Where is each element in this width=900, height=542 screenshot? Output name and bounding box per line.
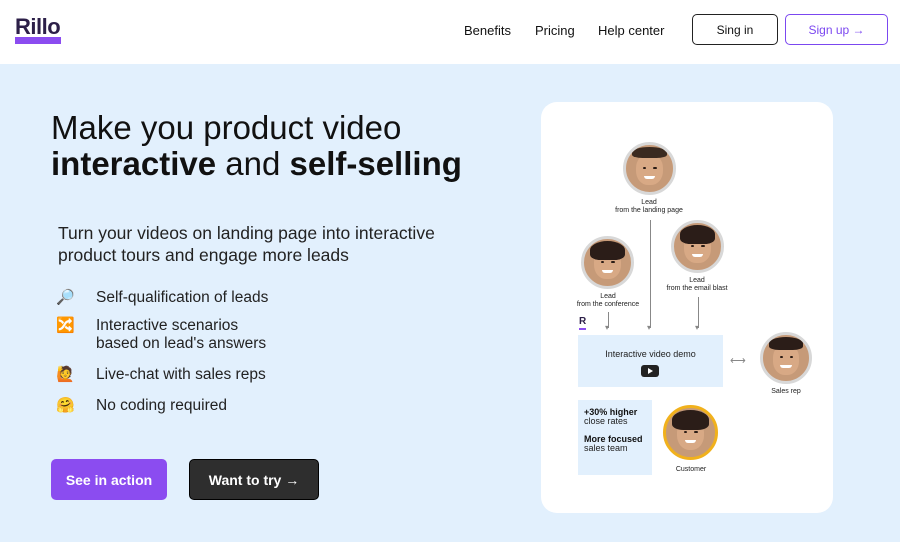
hero-title: Make you product video interactive and s… bbox=[51, 110, 462, 182]
avatar-eye bbox=[694, 430, 698, 433]
sign-in-button[interactable]: Sing in bbox=[692, 14, 778, 45]
sales-rep-label: Sales rep bbox=[771, 388, 801, 395]
hero-title-line2: interactive and self-selling bbox=[51, 146, 462, 182]
avatar-hair bbox=[768, 336, 804, 350]
video-play-icon bbox=[641, 365, 659, 377]
avatar-hair bbox=[631, 146, 668, 159]
avatar-mouth bbox=[643, 176, 656, 179]
lead-email-avatar bbox=[671, 220, 724, 273]
magnifier-icon: 🔎 bbox=[56, 289, 75, 306]
arrow-down-icon: ▾ bbox=[647, 323, 652, 332]
avatar-hair bbox=[679, 224, 716, 244]
stat-text: close rates bbox=[584, 416, 628, 426]
lead-conference-avatar bbox=[581, 236, 634, 289]
nav-benefits[interactable]: Benefits bbox=[464, 23, 511, 38]
sign-up-button[interactable]: Sign up → bbox=[785, 14, 888, 45]
lead-conference-label: Lead from the conference bbox=[558, 293, 658, 309]
hugging-face-icon: 🤗 bbox=[56, 397, 75, 414]
customer-avatar bbox=[663, 405, 718, 460]
avatar-eye bbox=[600, 260, 605, 263]
logo-underline bbox=[15, 37, 61, 44]
mini-logo: R bbox=[579, 316, 587, 327]
avatar-eye bbox=[683, 430, 688, 433]
hero-title-line1: Make you product video bbox=[51, 109, 402, 146]
connector-line bbox=[650, 220, 651, 328]
lead-label-title: Lead bbox=[600, 293, 616, 300]
want-to-try-button[interactable]: Want to try → bbox=[189, 459, 319, 500]
avatar-eye bbox=[701, 244, 705, 247]
hero-title-mid: and bbox=[216, 145, 290, 182]
feature-text-line2: based on lead's answers bbox=[96, 335, 267, 352]
feature-text: Live-chat with sales reps bbox=[96, 366, 266, 383]
lead-label-source: from the conference bbox=[576, 301, 640, 308]
arrow-down-icon: ▾ bbox=[605, 323, 610, 332]
avatar-face bbox=[636, 154, 663, 186]
mini-logo-underline bbox=[579, 328, 586, 330]
avatar-eye bbox=[690, 244, 695, 247]
lead-email-label: Lead from the email blast bbox=[647, 277, 747, 293]
nav-help-center[interactable]: Help center bbox=[598, 23, 664, 38]
feature-text: No coding required bbox=[96, 397, 227, 414]
stats-box: +30% higher close rates More focused sal… bbox=[578, 400, 652, 475]
avatar-mouth bbox=[691, 254, 704, 257]
avatar-eye bbox=[642, 166, 647, 169]
hero-subtitle: Turn your videos on landing page into in… bbox=[58, 223, 435, 265]
hero-title-bold1: interactive bbox=[51, 145, 217, 182]
bidirectional-arrow-icon: ⟷ bbox=[730, 355, 746, 367]
customer-label: Customer bbox=[675, 466, 707, 473]
raising-hand-icon: 🙋 bbox=[56, 366, 75, 383]
lead-label-source: from the email blast bbox=[666, 285, 728, 292]
avatar-eye bbox=[653, 166, 657, 169]
lead-label-title: Lead bbox=[641, 199, 657, 206]
interactive-demo-box: Interactive video demo bbox=[578, 335, 723, 387]
hero-title-bold2: self-selling bbox=[289, 145, 462, 182]
demo-label: Interactive video demo bbox=[605, 349, 696, 359]
lead-label-source: from the landing page bbox=[615, 207, 683, 214]
lead-landing-avatar bbox=[623, 142, 676, 195]
feature-text: Interactive scenarios bbox=[96, 317, 239, 334]
stat-text: sales team bbox=[584, 443, 628, 453]
avatar-mouth bbox=[601, 270, 614, 273]
nav-pricing[interactable]: Pricing bbox=[535, 23, 575, 38]
top-header: Rillo Benefits Pricing Help center Sing … bbox=[0, 0, 900, 64]
feature-text: Self-qualification of leads bbox=[96, 289, 269, 306]
see-in-action-button[interactable]: See in action bbox=[51, 459, 167, 500]
lead-landing-label: Lead from the landing page bbox=[599, 199, 699, 215]
avatar-mouth bbox=[780, 365, 792, 369]
diagram-card: Lead from the landing page ▾ Lead from t… bbox=[541, 102, 833, 513]
avatar-hair bbox=[589, 240, 626, 260]
sales-rep-avatar bbox=[760, 332, 812, 384]
avatar-eye bbox=[611, 260, 615, 263]
shuffle-icon: 🔀 bbox=[56, 317, 75, 334]
arrow-down-icon: ▾ bbox=[695, 323, 700, 332]
avatar-hair bbox=[671, 409, 710, 430]
lead-label-title: Lead bbox=[689, 277, 705, 284]
